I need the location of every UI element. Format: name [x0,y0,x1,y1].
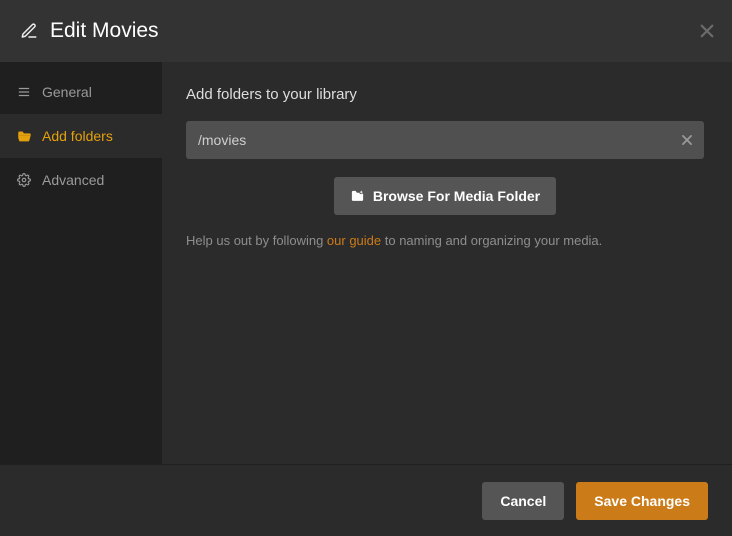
sidebar-item-general[interactable]: General [0,70,162,114]
help-prefix: Help us out by following [186,233,327,248]
browse-row: Browse For Media Folder [186,177,704,215]
help-guide-link[interactable]: our guide [327,233,381,248]
edit-library-modal: Edit Movies General Add folders [0,0,732,536]
cancel-button[interactable]: Cancel [482,482,564,520]
folder-open-icon [16,129,32,144]
browse-media-folder-button[interactable]: Browse For Media Folder [334,177,556,215]
modal-header: Edit Movies [0,0,732,62]
folder-path-text: /movies [198,132,246,148]
sidebar-item-label: General [42,84,92,100]
sidebar-item-advanced[interactable]: Advanced [0,158,162,202]
pencil-icon [20,22,38,40]
help-suffix: to naming and organizing your media. [381,233,602,248]
list-icon [16,85,32,99]
modal-title: Edit Movies [50,19,159,43]
section-title: Add folders to your library [186,86,704,103]
help-text: Help us out by following our guide to na… [186,233,704,248]
folder-path-row: /movies [186,121,704,159]
sidebar: General Add folders Advanced [0,62,162,464]
browse-button-label: Browse For Media Folder [373,188,540,204]
modal-footer: Cancel Save Changes [0,464,732,536]
modal-body: General Add folders Advanced Add folders… [0,62,732,464]
gear-icon [16,173,32,187]
close-icon[interactable] [698,22,716,40]
folder-plus-icon [350,189,365,204]
sidebar-item-label: Advanced [42,172,104,188]
content-panel: Add folders to your library /movies Brow… [162,62,732,464]
folder-path-input[interactable]: /movies [186,121,704,159]
save-changes-button[interactable]: Save Changes [576,482,708,520]
sidebar-item-label: Add folders [42,128,113,144]
sidebar-item-add-folders[interactable]: Add folders [0,114,162,158]
clear-path-icon[interactable] [680,133,694,147]
